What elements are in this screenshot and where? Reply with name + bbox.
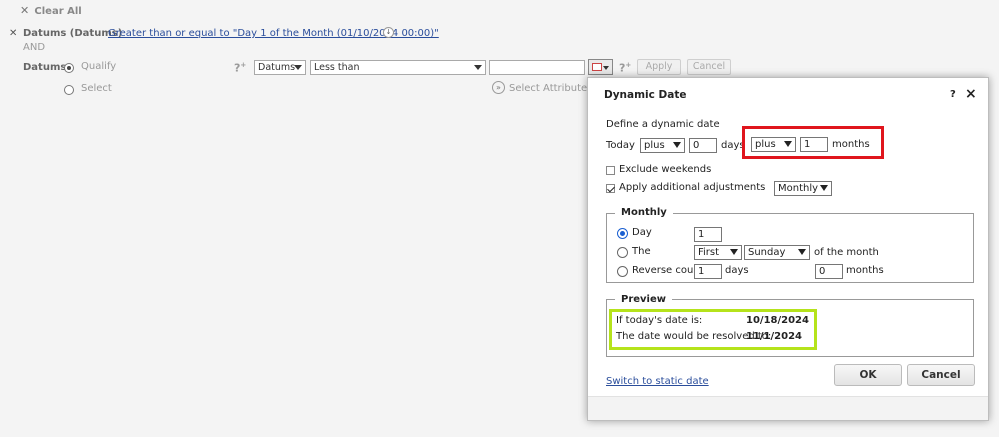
attribute-label: Datums <box>23 62 67 73</box>
day-label: Day <box>632 227 652 238</box>
operator-select[interactable]: Less than <box>310 60 486 75</box>
dialog-footer-bar <box>588 396 988 420</box>
today-date-label: If today's date is: <box>616 315 703 326</box>
monthly-legend: Monthly <box>615 207 673 218</box>
days-input[interactable]: 0 <box>689 138 717 153</box>
preview-legend: Preview <box>615 294 673 305</box>
chevron-down-icon <box>474 65 482 70</box>
calendar-picker-button[interactable] <box>588 59 613 75</box>
today-date-value: 10/18/2024 <box>746 315 809 326</box>
help-icon[interactable]: ? <box>950 89 956 100</box>
select-radio[interactable] <box>64 85 74 95</box>
expand-down-icon[interactable]: ↓ <box>383 27 394 38</box>
the-radio[interactable] <box>617 247 628 258</box>
reverse-months-input[interactable]: 0 <box>815 264 843 279</box>
reverse-months-label: months <box>846 265 884 276</box>
resolved-date-value: 11/1/2024 <box>746 331 803 342</box>
cancel-button[interactable]: Cancel <box>687 59 731 75</box>
clear-all-button[interactable]: ✕ Clear All <box>20 4 82 17</box>
months-label: months <box>832 139 870 150</box>
chevron-down-icon <box>673 142 681 148</box>
qualify-radio[interactable] <box>64 63 74 73</box>
chevron-down-icon <box>820 185 828 191</box>
reverse-days-input[interactable]: 1 <box>694 264 722 279</box>
of-month-label: of the month <box>814 247 879 258</box>
help-question-icon[interactable]: ?+ <box>619 61 631 75</box>
attribute-select[interactable]: Datums <box>254 60 306 75</box>
exclude-weekends-label: Exclude weekends <box>619 164 712 175</box>
and-label: AND <box>23 42 46 53</box>
reverse-count-label: Reverse count <box>632 265 704 276</box>
exclude-weekends-checkbox[interactable] <box>606 166 615 175</box>
day-input[interactable]: 1 <box>694 227 722 242</box>
help-question-icon[interactable]: ?+ <box>234 61 246 75</box>
remove-filter-icon[interactable]: ✕ <box>9 28 17 39</box>
day-radio[interactable] <box>617 228 628 239</box>
days-operator-select[interactable]: plus <box>640 138 685 153</box>
apply-adjustments-checkbox[interactable] <box>606 184 615 193</box>
chevron-down-icon <box>798 249 806 255</box>
chevron-down-icon <box>603 66 609 70</box>
clear-all-label: Clear All <box>34 6 82 17</box>
value-input[interactable] <box>489 60 585 75</box>
ordinal-select[interactable]: First <box>694 245 742 260</box>
reverse-count-radio[interactable] <box>617 266 628 277</box>
apply-adjustments-label: Apply additional adjustments <box>619 182 766 193</box>
calendar-icon <box>592 63 602 71</box>
apply-button[interactable]: Apply <box>637 59 681 75</box>
define-label: Define a dynamic date <box>606 119 720 130</box>
the-label: The <box>632 246 651 257</box>
cancel-button[interactable]: Cancel <box>907 364 975 386</box>
adjustment-type-select[interactable]: Monthly <box>774 181 832 196</box>
qualify-label: Qualify <box>81 61 117 72</box>
weekday-select[interactable]: Sunday <box>744 245 810 260</box>
chevron-down-icon <box>294 65 302 70</box>
months-operator-select[interactable]: plus <box>751 137 796 152</box>
select-label: Select <box>81 83 112 94</box>
dynamic-date-dialog: Dynamic Date ? × Define a dynamic date T… <box>587 77 989 421</box>
switch-static-date-link[interactable]: Switch to static date <box>606 376 709 387</box>
reverse-days-label: days <box>725 265 749 276</box>
today-label: Today <box>606 140 635 151</box>
select-attribute-link[interactable]: Select Attribute... <box>509 83 597 94</box>
select-attribute-icon[interactable]: » <box>492 81 505 94</box>
chevron-down-icon <box>784 141 792 147</box>
dialog-title: Dynamic Date <box>604 89 687 101</box>
months-input[interactable]: 1 <box>800 137 828 152</box>
chevron-down-icon <box>730 249 738 255</box>
close-icon: ✕ <box>20 4 30 17</box>
close-icon[interactable]: × <box>965 86 977 102</box>
ok-button[interactable]: OK <box>834 364 902 386</box>
